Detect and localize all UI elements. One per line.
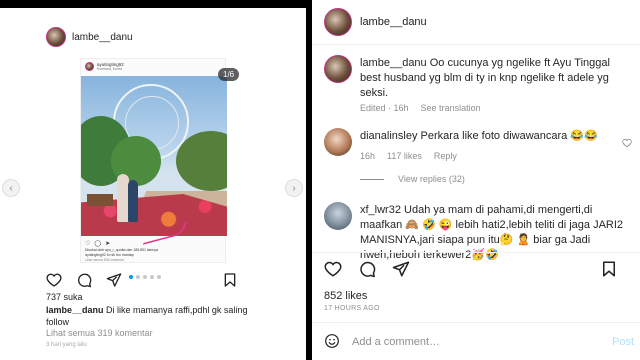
panel-caption: lambe__danu Oo cucunya yg ngelike ft Ayu… [360,56,630,101]
avatar[interactable] [46,27,66,47]
caption-avatar[interactable] [324,55,352,83]
share-icon[interactable] [106,272,122,288]
add-comment-bar: Add a comment… Post [312,322,640,360]
comment-avatar[interactable] [324,128,352,156]
comments-panel: lambe__danu lambe__danu Oo cucunya yg ng… [312,0,640,360]
divider [312,252,640,253]
comment-username[interactable]: xf_lwr32 [360,204,401,216]
comment-meta: 16h 117 likes Reply [360,151,457,161]
bookmark-icon[interactable] [222,272,238,288]
carousel-counter: 1/6 [218,68,240,81]
left-post-screenshot: lambe__danu ayutingting92 Everland, Kore… [0,8,306,360]
panel-date: 17 HOURS AGO [324,305,380,312]
view-replies[interactable]: View replies (32) [360,174,465,184]
reply-button[interactable]: Reply [434,151,457,161]
carousel-dot [157,275,161,279]
avatar[interactable] [324,8,352,36]
person [128,180,138,222]
embedded-post-header: ayutingting92 Everland, Korea [85,62,124,71]
share-icon[interactable] [392,260,410,278]
carousel-dot [150,275,154,279]
caption-edited-time: Edited · 16h [360,103,409,113]
carousel-dot [143,275,147,279]
panel-likes[interactable]: 852 likes [324,290,367,302]
comment-likes[interactable]: 117 likes [387,151,422,161]
comment-time: 16h [360,151,376,161]
embedded-location: Everland, Korea [97,67,123,71]
left-post-actions [46,272,122,288]
panel-username[interactable]: lambe__danu [360,16,427,28]
caption-username[interactable]: lambe__danu [360,57,427,69]
chevron-left-icon[interactable]: ‹ [2,179,20,197]
heart-icon[interactable] [622,135,632,148]
comment-text: xf_lwr32 Udah ya mam di pahami,di menger… [360,203,630,263]
view-replies-label[interactable]: View replies (32) [398,174,465,184]
carousel-dot [136,275,140,279]
see-translation-link[interactable]: See translation [421,103,481,113]
left-post-likes[interactable]: 737 suka [46,292,83,302]
comment-icon: ◯ [94,241,102,247]
left-post-header: lambe__danu [46,26,133,48]
comment-icon[interactable] [76,272,92,288]
add-comment-input[interactable]: Add a comment… [352,336,440,348]
share-icon: ➤ [105,241,111,247]
chevron-right-icon[interactable]: › [285,179,303,197]
caption-username[interactable]: lambe__danu [46,305,104,315]
emoji-icon[interactable] [324,333,340,349]
comment-username[interactable]: dianalinsley [360,130,417,142]
embedded-liked-by: Disukai oleh ayu_r_quotta dan 185.851 la… [85,248,158,252]
heart-icon[interactable] [324,260,342,278]
post-button[interactable]: Post [612,336,634,348]
caption-meta: Edited · 16h See translation [360,103,481,113]
bookmark-button[interactable] [600,260,618,278]
left-post-caption: lambe__danu Di like mamanya raffi,pdhl g… [46,304,266,328]
stage: lambe__danu ayutingting92 Everland, Kore… [0,0,640,360]
bench [87,194,113,206]
panel-actions [324,260,410,278]
left-post-username[interactable]: lambe__danu [72,32,133,43]
left-view-all-comments[interactable]: Lihat semua 319 komentar [46,328,153,338]
embedded-caption: ayutingting92 lo nih trio mantap [85,253,134,257]
heart-icon[interactable] [46,272,62,288]
carousel-dots [129,275,161,279]
embedded-view-all: Lihat semua 833 komentar [85,258,125,262]
comment-avatar[interactable] [324,202,352,230]
bookmark-icon[interactable] [600,260,618,278]
embedded-avatar [85,62,94,71]
post-photo [81,76,227,236]
embedded-actions: ♡ ◯ ➤ [85,240,110,247]
comment-icon[interactable] [358,260,376,278]
carousel-dot-active [129,275,133,279]
replies-divider [360,178,384,180]
left-post-timestamp: 3 hari yang lalu [46,342,87,348]
comment-text: dianalinsley Perkara like foto diwawanca… [360,129,620,144]
panel-header: lambe__danu [312,0,640,45]
heart-icon: ♡ [85,241,91,247]
comment-body: Perkara like foto diwawancara 😂😂 [420,130,598,142]
